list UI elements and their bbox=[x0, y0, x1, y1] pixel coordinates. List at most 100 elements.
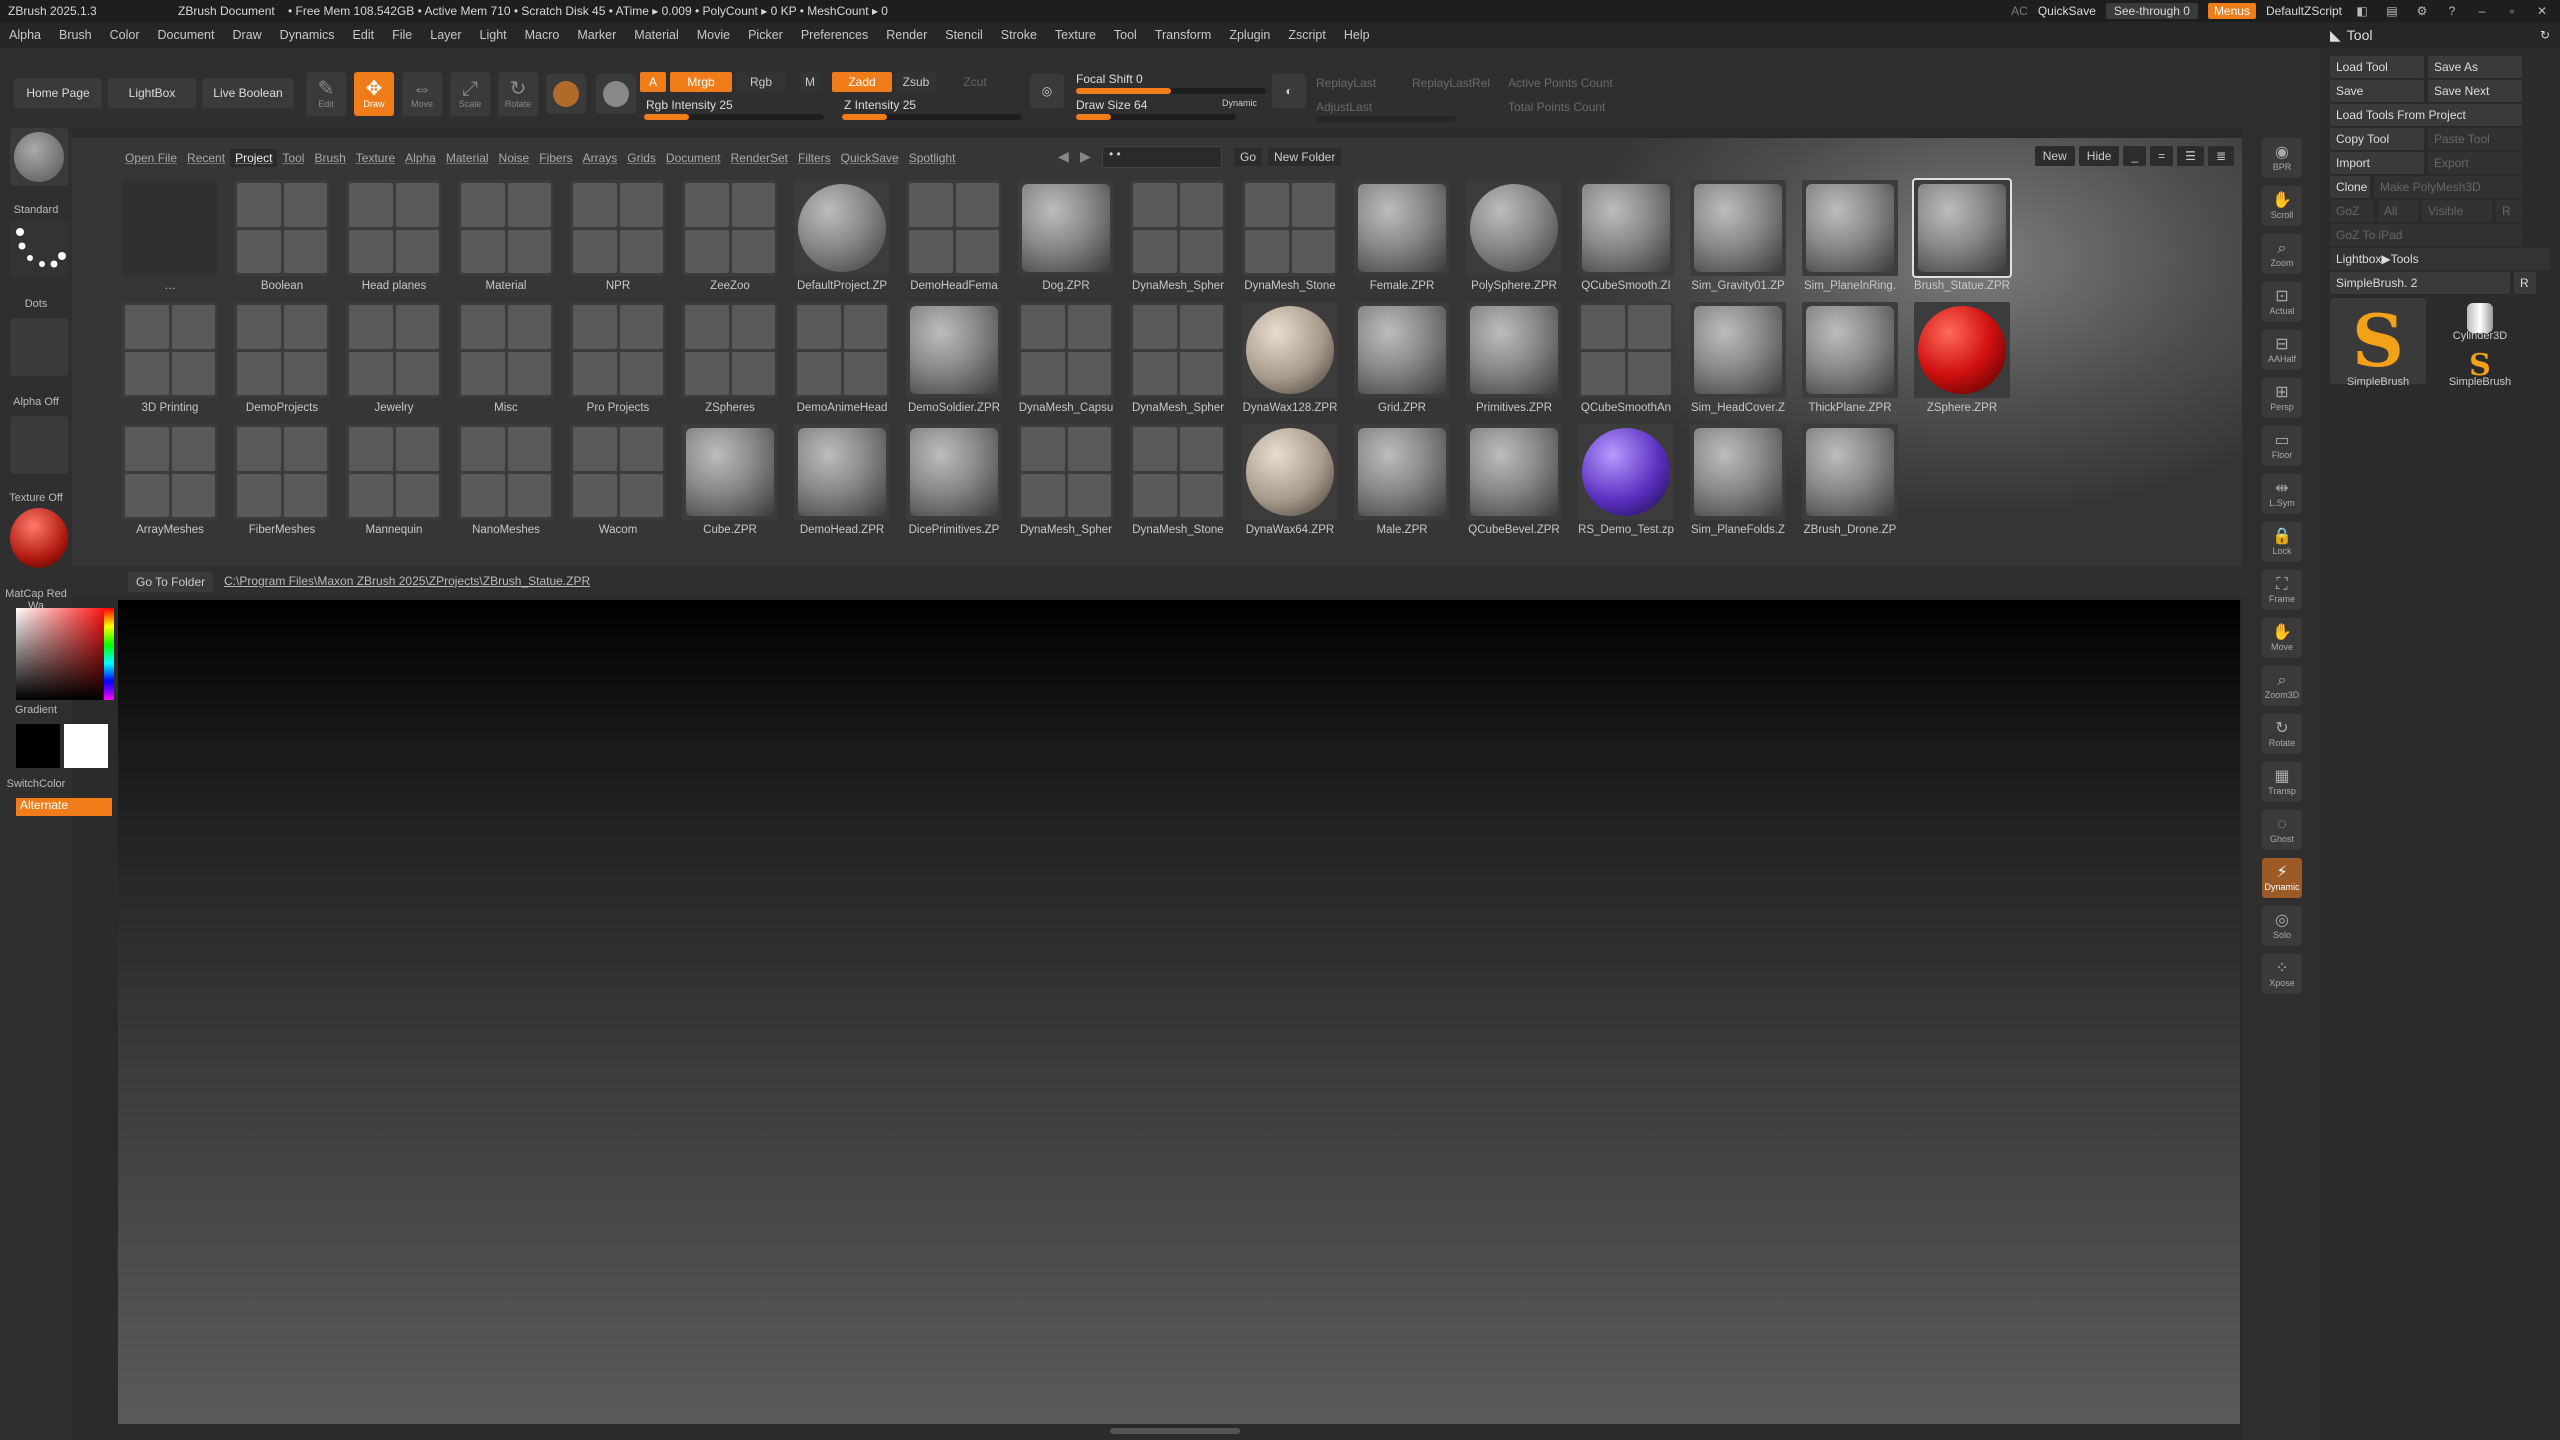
menu-render[interactable]: Render bbox=[877, 28, 936, 42]
detail-view-icon[interactable]: ≣ bbox=[2207, 146, 2234, 166]
open-file-link[interactable]: Open File bbox=[120, 149, 182, 167]
lightbox-item[interactable] bbox=[1578, 180, 1674, 276]
lightbox-item[interactable] bbox=[1802, 180, 1898, 276]
a-toggle[interactable]: A bbox=[640, 72, 666, 92]
transp-button[interactable]: ▦ Transp bbox=[2262, 762, 2302, 802]
persp-button[interactable]: ⊞ Persp bbox=[2262, 378, 2302, 418]
lightbox-item[interactable] bbox=[682, 302, 778, 398]
tab-tool[interactable]: Tool bbox=[277, 149, 309, 167]
lightbox-item[interactable] bbox=[1354, 180, 1450, 276]
lightbox-item[interactable] bbox=[1466, 302, 1562, 398]
lightbox-item[interactable] bbox=[1912, 178, 2012, 278]
new-button[interactable]: New bbox=[2034, 146, 2075, 166]
focal-shift-slider[interactable] bbox=[1076, 88, 1266, 94]
make-polymesh-button[interactable]: Make PolyMesh3D bbox=[2374, 176, 2522, 198]
tab-project[interactable]: Project bbox=[230, 149, 278, 167]
menu-zscript[interactable]: Zscript bbox=[1279, 28, 1335, 42]
ghost-button[interactable]: ◌ Ghost bbox=[2262, 810, 2302, 850]
lightbox-item[interactable] bbox=[1018, 424, 1114, 520]
goz-visible-button[interactable]: Visible bbox=[2422, 200, 2492, 222]
new-folder-button[interactable]: New Folder bbox=[1268, 148, 1342, 166]
lightbox-item[interactable] bbox=[346, 424, 442, 520]
lightbox-item[interactable] bbox=[122, 302, 218, 398]
rotate-mode-button[interactable]: ↻ Rotate bbox=[498, 72, 538, 116]
close-icon[interactable]: ✕ bbox=[2532, 4, 2552, 18]
aahalf-button[interactable]: ⊟ AAHalf bbox=[2262, 330, 2302, 370]
hide-button[interactable]: Hide bbox=[2078, 146, 2120, 166]
lightbox-item[interactable] bbox=[234, 302, 330, 398]
solo-button[interactable]: ◎ Solo bbox=[2262, 906, 2302, 946]
lightbox-item[interactable] bbox=[570, 180, 666, 276]
menu-file[interactable]: File bbox=[383, 28, 421, 42]
floor-button[interactable]: ▭ Floor bbox=[2262, 426, 2302, 466]
main-color-swatch[interactable] bbox=[16, 724, 60, 768]
lightbox-item[interactable] bbox=[1018, 180, 1114, 276]
see-through-slider[interactable]: See-through 0 bbox=[2105, 3, 2198, 19]
clone-button[interactable]: Clone bbox=[2330, 176, 2370, 198]
lightbox-item[interactable] bbox=[1466, 424, 1562, 520]
menu-material[interactable]: Material bbox=[625, 28, 687, 42]
live-boolean-button[interactable]: Live Boolean bbox=[202, 78, 294, 108]
menu-zplugin[interactable]: Zplugin bbox=[1220, 28, 1279, 42]
replay-button[interactable]: ◐ bbox=[1272, 74, 1306, 108]
goz-button[interactable]: GoZ bbox=[2330, 200, 2374, 222]
lightbox-item[interactable] bbox=[122, 424, 218, 520]
load-tool-button[interactable]: Load Tool bbox=[2330, 56, 2424, 78]
scroll-button[interactable]: ✋ Scroll bbox=[2262, 186, 2302, 226]
lightbox-item[interactable] bbox=[906, 302, 1002, 398]
lightbox-item[interactable] bbox=[458, 302, 554, 398]
menu-brush[interactable]: Brush bbox=[50, 28, 101, 42]
lightbox-item[interactable] bbox=[1802, 424, 1898, 520]
go-to-folder-button[interactable]: Go To Folder bbox=[128, 572, 214, 592]
copy-tool-button[interactable]: Copy Tool bbox=[2330, 128, 2424, 150]
bpr-button[interactable]: ◉ BPR bbox=[2262, 138, 2302, 178]
lazy-mouse-button[interactable]: ◎ bbox=[1030, 74, 1064, 108]
lightbox-item[interactable] bbox=[794, 180, 890, 276]
lightbox-item[interactable] bbox=[1354, 302, 1450, 398]
menu-texture[interactable]: Texture bbox=[1046, 28, 1105, 42]
lightbox-item[interactable] bbox=[458, 424, 554, 520]
menu-alpha[interactable]: Alpha bbox=[0, 28, 50, 42]
lightbox-item[interactable] bbox=[346, 302, 442, 398]
menu-tool[interactable]: Tool bbox=[1105, 28, 1146, 42]
lightbox-item[interactable] bbox=[1354, 424, 1450, 520]
tab-renderset[interactable]: RenderSet bbox=[726, 149, 793, 167]
quicksave-button[interactable]: QuickSave bbox=[2038, 4, 2096, 18]
tab-brush[interactable]: Brush bbox=[309, 149, 350, 167]
switchcolor-label[interactable]: SwitchColor bbox=[0, 778, 72, 790]
help-icon[interactable]: ? bbox=[2442, 4, 2462, 18]
import-button[interactable]: Import bbox=[2330, 152, 2424, 174]
scale-mode-button[interactable]: ⤢ Scale bbox=[450, 72, 490, 116]
mrgb-toggle[interactable]: Mrgb bbox=[670, 72, 732, 92]
lightbox-item[interactable] bbox=[1242, 424, 1338, 520]
menu-dynamics[interactable]: Dynamics bbox=[271, 28, 344, 42]
alternate-button[interactable]: Alternate bbox=[16, 798, 112, 816]
color-picker[interactable] bbox=[16, 608, 112, 700]
current-path[interactable]: C:\Program Files\Maxon ZBrush 2025\ZProj… bbox=[224, 574, 590, 588]
goz-to-ipad-button[interactable]: GoZ To iPad bbox=[2330, 224, 2522, 246]
hue-strip[interactable] bbox=[104, 608, 114, 700]
lightbox-item[interactable] bbox=[906, 180, 1002, 276]
menu-color[interactable]: Color bbox=[101, 28, 149, 42]
lightbox-item[interactable] bbox=[458, 180, 554, 276]
load-tools-from-project-button[interactable]: Load Tools From Project bbox=[2330, 104, 2522, 126]
minimize-lightbox-icon[interactable]: _ bbox=[2123, 146, 2147, 166]
current-tool-r-button[interactable]: R bbox=[2514, 272, 2536, 294]
rgb-intensity-slider[interactable] bbox=[644, 114, 824, 120]
lightbox-tools-button[interactable]: Lightbox▶Tools bbox=[2330, 248, 2550, 270]
layout-icon[interactable]: ◧ bbox=[2352, 4, 2372, 18]
rotate-button[interactable]: ↻ Rotate bbox=[2262, 714, 2302, 754]
zsub-toggle[interactable]: Zsub bbox=[896, 72, 936, 92]
tab-arrays[interactable]: Arrays bbox=[578, 149, 623, 167]
lsym-button[interactable]: ⇹ L.Sym bbox=[2262, 474, 2302, 514]
move-button[interactable]: ✋ Move bbox=[2262, 618, 2302, 658]
stroke-button[interactable] bbox=[10, 220, 68, 278]
save-button[interactable]: Save bbox=[2330, 80, 2424, 102]
lightbox-item[interactable] bbox=[1466, 180, 1562, 276]
tab-noise[interactable]: Noise bbox=[494, 149, 535, 167]
menu-draw[interactable]: Draw bbox=[224, 28, 271, 42]
size-icon[interactable]: = bbox=[2150, 146, 2174, 166]
lightbox-item[interactable] bbox=[570, 302, 666, 398]
goz-r-button[interactable]: R bbox=[2496, 200, 2522, 222]
lightbox-item[interactable] bbox=[1914, 302, 2010, 398]
